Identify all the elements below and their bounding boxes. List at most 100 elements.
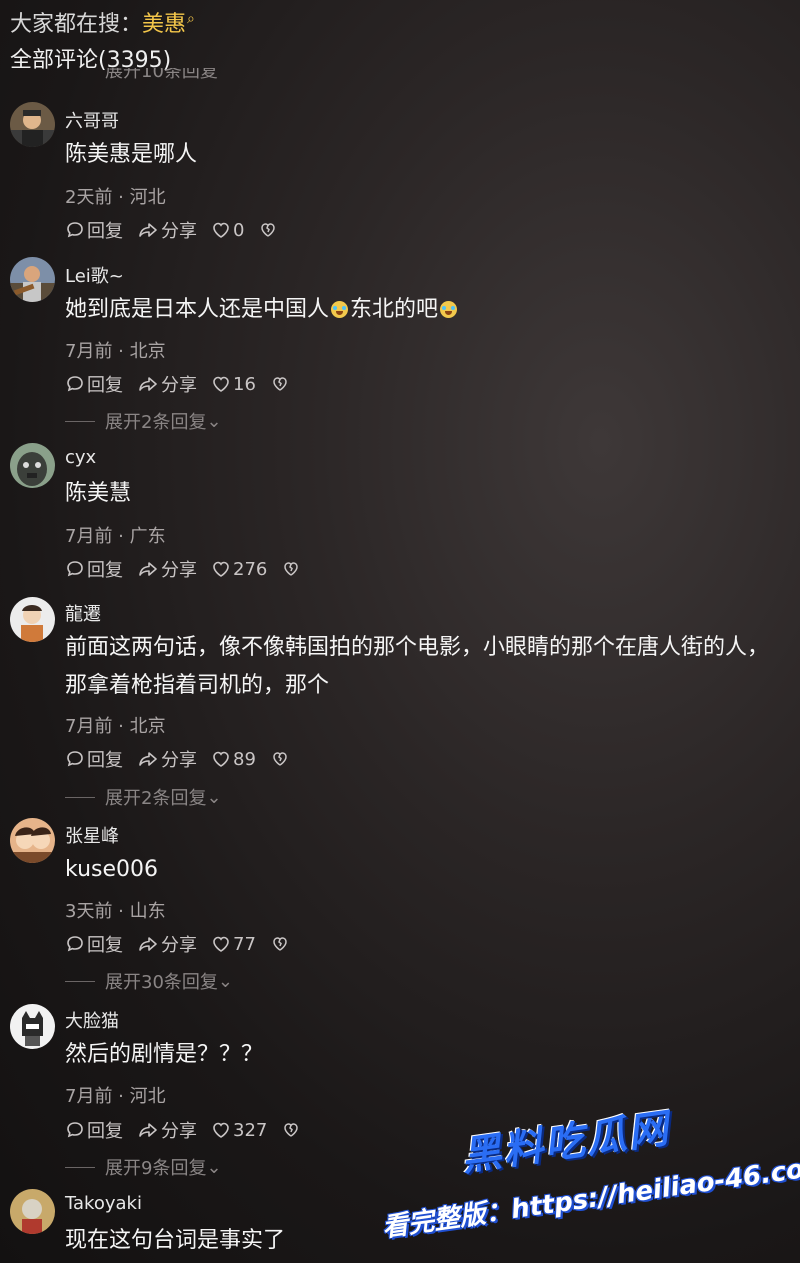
comment-meta: 7月前 · 北京 [65, 341, 166, 362]
broken-heart-icon [273, 377, 287, 391]
chevron-down-icon: ⌄ [206, 1156, 222, 1178]
comment-text: 陈美慧 [65, 481, 132, 506]
watermark: 黑料吃瓜网 看完整版：https://heiliao-46.com [380, 1106, 800, 1260]
share-icon [139, 223, 157, 237]
dislike-button[interactable] [270, 934, 292, 954]
username[interactable]: 张星峰 [65, 822, 119, 848]
heart-icon [213, 376, 229, 392]
laughing-emoji-icon [331, 301, 349, 318]
comment-text: 她到底是日本人还是中国人 东北的吧 [65, 291, 785, 329]
reply-icon [67, 561, 83, 577]
reply-button[interactable]: 回复 [65, 746, 123, 772]
search-suggestion[interactable]: 大家都在搜：美惠⌕ [10, 6, 195, 38]
heart-icon [213, 1122, 229, 1138]
expand-replies-link[interactable]: 展开2条回复 ⌄ [65, 408, 222, 434]
comment-actions: 回复 分享 89 [65, 746, 306, 772]
comment-actions: 回复 分享 327 [65, 1117, 317, 1143]
reply-icon [67, 751, 83, 767]
dislike-button[interactable] [281, 559, 303, 579]
expand-replies-link[interactable]: 展开30条回复 ⌄ [65, 968, 233, 994]
comment-meta: 7月前 · 北京 [65, 716, 166, 737]
search-keyword[interactable]: 美惠 [142, 12, 186, 37]
search-icon: ⌕ [187, 11, 195, 27]
share-icon [139, 377, 157, 391]
reply-icon [67, 222, 83, 238]
reply-button[interactable]: 回复 [65, 1117, 123, 1143]
comment-actions: 回复 分享 276 [65, 556, 317, 582]
divider [65, 420, 95, 422]
watermark-logo: 黑料吃瓜网 [458, 1105, 673, 1181]
username[interactable]: 六哥哥 [65, 107, 119, 133]
heart-icon [213, 751, 229, 767]
chevron-down-icon: ⌄ [206, 786, 222, 808]
like-button[interactable]: 276 [211, 559, 267, 580]
laughing-emoji-icon [440, 301, 458, 318]
comment-meta: 3天前 · 山东 [65, 901, 166, 922]
search-prefix: 大家都在搜： [10, 12, 143, 37]
avatar[interactable] [10, 257, 55, 302]
like-count: 77 [233, 933, 256, 955]
share-button[interactable]: 分享 [137, 931, 197, 957]
comment-actions: 回复 分享 16 [65, 371, 306, 397]
like-count: 16 [233, 373, 256, 395]
broken-heart-icon [284, 1123, 299, 1137]
like-button[interactable]: 327 [211, 1120, 267, 1141]
reply-button[interactable]: 回复 [65, 371, 123, 397]
comment-actions: 回复 分享 0 [65, 217, 294, 243]
dislike-button[interactable] [270, 749, 292, 769]
divider [65, 796, 95, 798]
comment-actions: 回复 分享 77 [65, 931, 306, 957]
expand-replies-link[interactable]: 展开2条回复 ⌄ [65, 784, 222, 810]
share-button[interactable]: 分享 [137, 371, 197, 397]
expand-replies-link[interactable]: 展开10条回复 [105, 68, 218, 90]
username[interactable]: cyx [65, 447, 96, 468]
comment-text: kuse006 [65, 857, 158, 882]
dislike-button[interactable] [258, 220, 280, 240]
heart-icon [213, 936, 229, 952]
comment-meta: 2天前 · 河北 [65, 187, 166, 208]
reply-button[interactable]: 回复 [65, 217, 123, 243]
heart-icon [213, 222, 229, 238]
avatar[interactable] [10, 597, 55, 642]
divider [65, 980, 95, 982]
expand-replies-link[interactable]: 展开9条回复 ⌄ [65, 1154, 222, 1180]
username[interactable]: 大脸猫 [65, 1007, 119, 1033]
avatar[interactable] [10, 818, 55, 863]
reply-button[interactable]: 回复 [65, 931, 123, 957]
avatar[interactable] [10, 443, 55, 488]
like-button[interactable]: 77 [211, 934, 256, 955]
heart-icon [213, 561, 229, 577]
comment-text: 然后的剧情是？？？ [65, 1042, 264, 1067]
like-count: 327 [233, 1119, 268, 1141]
comment-meta: 7月前 · 广东 [65, 526, 166, 547]
broken-heart-icon [273, 752, 287, 766]
divider [65, 1166, 95, 1168]
like-button[interactable]: 89 [211, 749, 256, 770]
broken-heart-icon [273, 937, 287, 951]
dislike-button[interactable] [281, 1120, 303, 1140]
avatar[interactable] [10, 1004, 55, 1049]
reply-icon [67, 376, 83, 392]
avatar[interactable] [10, 102, 55, 147]
share-button[interactable]: 分享 [137, 217, 197, 243]
share-button[interactable]: 分享 [137, 746, 197, 772]
avatar[interactable] [10, 1189, 55, 1234]
reply-icon [67, 1122, 83, 1138]
username[interactable]: 龍遷 [65, 600, 101, 626]
reply-button[interactable]: 回复 [65, 556, 123, 582]
username[interactable]: Takoyaki [65, 1193, 142, 1214]
share-button[interactable]: 分享 [137, 556, 197, 582]
like-button[interactable]: 16 [211, 374, 256, 395]
broken-heart-icon [261, 223, 276, 237]
share-icon [139, 752, 157, 766]
like-button[interactable]: 0 [211, 220, 244, 241]
chevron-down-icon: ⌄ [206, 410, 222, 432]
comment-meta: 7月前 · 河北 [65, 1086, 166, 1107]
like-count: 0 [233, 219, 245, 241]
share-button[interactable]: 分享 [137, 1117, 197, 1143]
username[interactable]: Lei歌~ [65, 262, 124, 288]
like-count: 276 [233, 558, 268, 580]
dislike-button[interactable] [270, 374, 292, 394]
share-icon [139, 937, 157, 951]
like-count: 89 [233, 748, 256, 770]
